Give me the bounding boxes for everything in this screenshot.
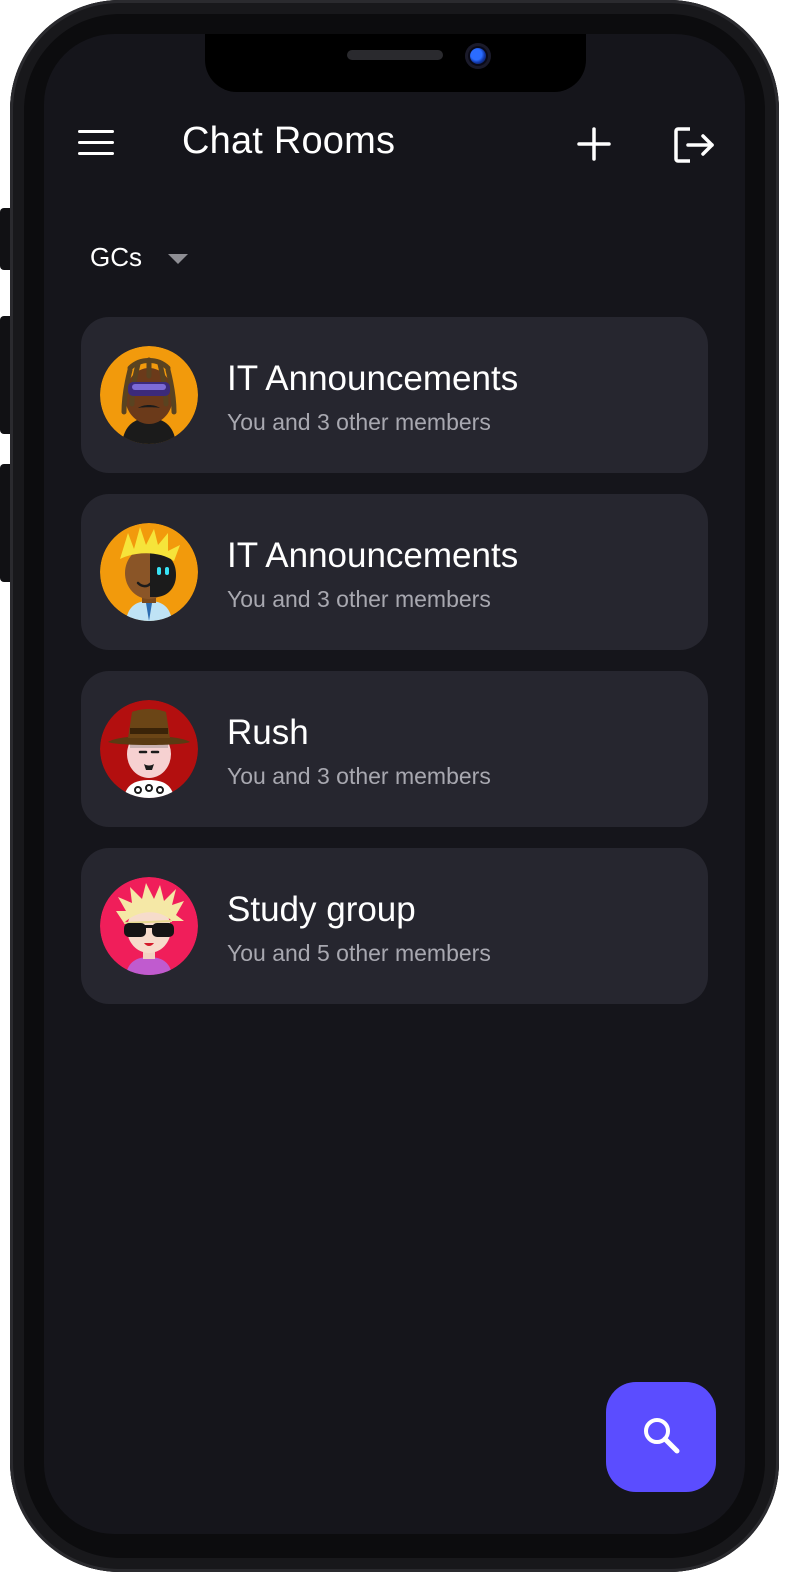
logout-icon[interactable] xyxy=(672,123,716,167)
room-name: IT Announcements xyxy=(227,536,519,575)
room-members: You and 3 other members xyxy=(227,586,491,612)
room-list: IT Announcements You and 3 other members xyxy=(81,317,708,1025)
room-card[interactable]: IT Announcements You and 3 other members xyxy=(81,494,708,650)
caret-down-icon xyxy=(168,254,188,264)
room-filter-selected: GCs xyxy=(90,242,142,272)
room-members: You and 3 other members xyxy=(227,409,491,435)
phone-notch xyxy=(205,34,586,92)
app-screen: Chat Rooms GCs IT Announcements You and … xyxy=(44,34,745,1534)
room-members: You and 5 other members xyxy=(227,940,491,966)
room-filter-dropdown[interactable]: GCs xyxy=(90,242,188,273)
cowboy-hat-avatar xyxy=(100,700,198,798)
plus-icon[interactable] xyxy=(576,126,612,162)
room-name: IT Announcements xyxy=(227,359,519,398)
room-name: Rush xyxy=(227,713,309,752)
spiky-hair-sunglasses-avatar xyxy=(100,877,198,975)
room-card[interactable]: Rush You and 3 other members xyxy=(81,671,708,827)
search-button[interactable] xyxy=(606,1382,716,1492)
menu-icon[interactable] xyxy=(78,130,114,156)
front-camera xyxy=(465,43,491,69)
page-title: Chat Rooms xyxy=(182,120,396,162)
room-card[interactable]: IT Announcements You and 3 other members xyxy=(81,317,708,473)
room-members: You and 3 other members xyxy=(227,763,491,789)
dreadlocks-sunglasses-avatar xyxy=(100,346,198,444)
search-icon xyxy=(641,1415,681,1460)
room-name: Study group xyxy=(227,890,416,929)
speaker-grille xyxy=(347,50,443,60)
room-card[interactable]: Study group You and 5 other members xyxy=(81,848,708,1004)
blond-robot-eye-avatar xyxy=(100,523,198,621)
